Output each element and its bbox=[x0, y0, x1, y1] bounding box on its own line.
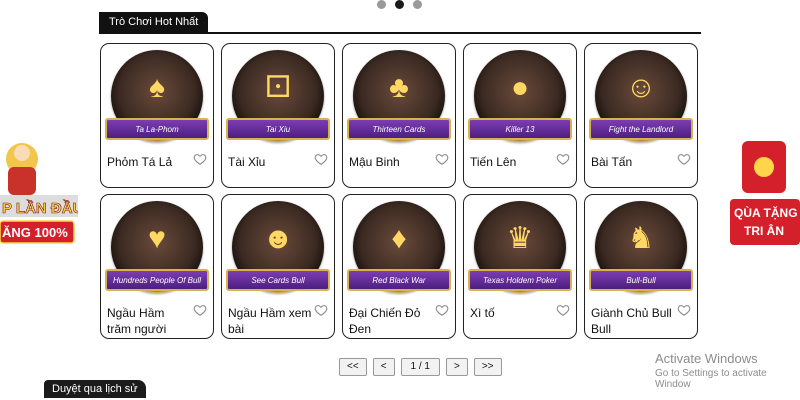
game-card[interactable]: ♣ Thirteen Cards Mậu Binh bbox=[342, 43, 456, 188]
game-card[interactable]: ● Killer 13 Tiến Lên bbox=[463, 43, 577, 188]
game-glyph: ♠ bbox=[149, 71, 165, 104]
game-card[interactable]: ☻ See Cards Bull Ngầu Hầm xem bài bbox=[221, 194, 335, 339]
game-glyph: ♞ bbox=[627, 222, 655, 255]
game-artwork[interactable]: ☺ Fight the Landlord bbox=[589, 50, 693, 150]
carousel-dot-2[interactable] bbox=[395, 0, 404, 9]
pagination: << < 1 / 1 > >> bbox=[339, 358, 502, 376]
game-ribbon-label: Hundreds People Of Bull bbox=[105, 269, 209, 291]
history-tab[interactable]: Duyệt qua lịch sử bbox=[44, 380, 146, 398]
game-ribbon-label: Texas Holdem Poker bbox=[468, 269, 572, 291]
game-glyph: ● bbox=[510, 71, 530, 104]
game-glyph: ☻ bbox=[262, 222, 294, 255]
game-artwork[interactable]: ♞ Bull-Bull bbox=[589, 201, 693, 301]
game-card[interactable]: ♦ Red Black War Đại Chiến Đỏ Đen bbox=[342, 194, 456, 339]
game-ribbon-label: Ta La-Phom bbox=[105, 118, 209, 140]
game-glyph: ♛ bbox=[506, 222, 534, 255]
game-title[interactable]: Giành Chủ Bull Bull bbox=[591, 305, 675, 337]
game-ribbon-label: Killer 13 bbox=[468, 118, 572, 140]
game-ribbon-label: Bull-Bull bbox=[589, 269, 693, 291]
game-card[interactable]: ⚀ Tai Xiu Tài Xỉu bbox=[221, 43, 335, 188]
game-ribbon-label: Fight the Landlord bbox=[589, 118, 693, 140]
game-glyph: ☺ bbox=[625, 71, 657, 104]
game-artwork[interactable]: ♠ Ta La-Phom bbox=[105, 50, 209, 150]
watermark-subtitle: Go to Settings to activate Window bbox=[655, 368, 767, 390]
game-artwork[interactable]: ♦ Red Black War bbox=[347, 201, 451, 301]
game-title[interactable]: Tiến Lên bbox=[470, 154, 554, 170]
game-artwork[interactable]: ♛ Texas Holdem Poker bbox=[468, 201, 572, 301]
heart-icon[interactable] bbox=[314, 303, 328, 317]
next-page-button[interactable]: > bbox=[446, 358, 468, 376]
game-glyph: ♦ bbox=[391, 222, 407, 255]
game-ribbon-label: Red Black War bbox=[347, 269, 451, 291]
carousel-dot-1[interactable] bbox=[377, 0, 386, 9]
heart-icon[interactable] bbox=[435, 152, 449, 166]
game-title[interactable]: Mậu Binh bbox=[349, 154, 433, 170]
game-glyph: ⚀ bbox=[264, 71, 292, 104]
heart-icon[interactable] bbox=[435, 303, 449, 317]
game-title[interactable]: Đại Chiến Đỏ Đen bbox=[349, 305, 433, 337]
first-page-button[interactable]: << bbox=[339, 358, 367, 376]
section-title: Trò Chơi Hot Nhất bbox=[99, 12, 209, 32]
carousel-indicators bbox=[377, 0, 422, 9]
game-ribbon-label: See Cards Bull bbox=[226, 269, 330, 291]
game-card[interactable]: ♞ Bull-Bull Giành Chủ Bull Bull bbox=[584, 194, 698, 339]
promo-left-line-1: P LẦN ĐẦU bbox=[2, 200, 78, 217]
game-card[interactable]: ☺ Fight the Landlord Bài Tấn bbox=[584, 43, 698, 188]
game-card[interactable]: ♛ Texas Holdem Poker Xì tố bbox=[463, 194, 577, 339]
game-title[interactable]: Phỏm Tá Lả bbox=[107, 154, 191, 170]
game-artwork[interactable]: ♣ Thirteen Cards bbox=[347, 50, 451, 150]
game-title[interactable]: Ngầu Hầm xem bài bbox=[228, 305, 312, 337]
carousel-dot-3[interactable] bbox=[413, 0, 422, 9]
heart-icon[interactable] bbox=[314, 152, 328, 166]
promo-banner-right[interactable]: QÙA TẶNG TRI ÂN bbox=[722, 137, 800, 247]
game-ribbon-label: Thirteen Cards bbox=[347, 118, 451, 140]
game-glyph: ♣ bbox=[389, 71, 409, 104]
game-ribbon-label: Tai Xiu bbox=[226, 118, 330, 140]
heart-icon[interactable] bbox=[193, 303, 207, 317]
game-card[interactable]: ♠ Ta La-Phom Phỏm Tá Lả bbox=[100, 43, 214, 188]
heart-icon[interactable] bbox=[556, 303, 570, 317]
section-header: Trò Chơi Hot Nhất bbox=[99, 12, 701, 34]
game-artwork[interactable]: ☻ See Cards Bull bbox=[226, 201, 330, 301]
game-artwork[interactable]: ♥ Hundreds People Of Bull bbox=[105, 201, 209, 301]
page-indicator: 1 / 1 bbox=[400, 358, 440, 376]
heart-icon[interactable] bbox=[556, 152, 570, 166]
activate-windows-watermark: Activate Windows Go to Settings to activ… bbox=[655, 351, 800, 390]
game-glyph: ♥ bbox=[148, 222, 166, 255]
watermark-title: Activate Windows bbox=[655, 351, 758, 366]
game-grid: ♠ Ta La-Phom Phỏm Tá Lả ⚀ Tai Xiu Tài Xỉu ♣ Thi… bbox=[100, 43, 698, 339]
prev-page-button[interactable]: < bbox=[372, 358, 395, 376]
promo-left-line-2: ĂNG 100% bbox=[2, 225, 68, 240]
heart-icon[interactable] bbox=[677, 303, 691, 317]
promo-right-line-2: TRI ÂN bbox=[744, 223, 784, 238]
game-title[interactable]: Ngầu Hầm trăm người bbox=[107, 305, 191, 337]
game-title[interactable]: Bài Tấn bbox=[591, 154, 675, 170]
game-card[interactable]: ♥ Hundreds People Of Bull Ngầu Hầm trăm ng… bbox=[100, 194, 214, 339]
game-artwork[interactable]: ● Killer 13 bbox=[468, 50, 572, 150]
game-title[interactable]: Xì tố bbox=[470, 305, 554, 321]
last-page-button[interactable]: >> bbox=[473, 358, 502, 376]
promo-right-line-1: QÙA TẶNG bbox=[734, 205, 798, 220]
promo-banner-left[interactable]: P LẦN ĐẦU ĂNG 100% bbox=[0, 137, 78, 249]
heart-icon[interactable] bbox=[193, 152, 207, 166]
heart-icon[interactable] bbox=[677, 152, 691, 166]
game-artwork[interactable]: ⚀ Tai Xiu bbox=[226, 50, 330, 150]
game-title[interactable]: Tài Xỉu bbox=[228, 154, 312, 170]
